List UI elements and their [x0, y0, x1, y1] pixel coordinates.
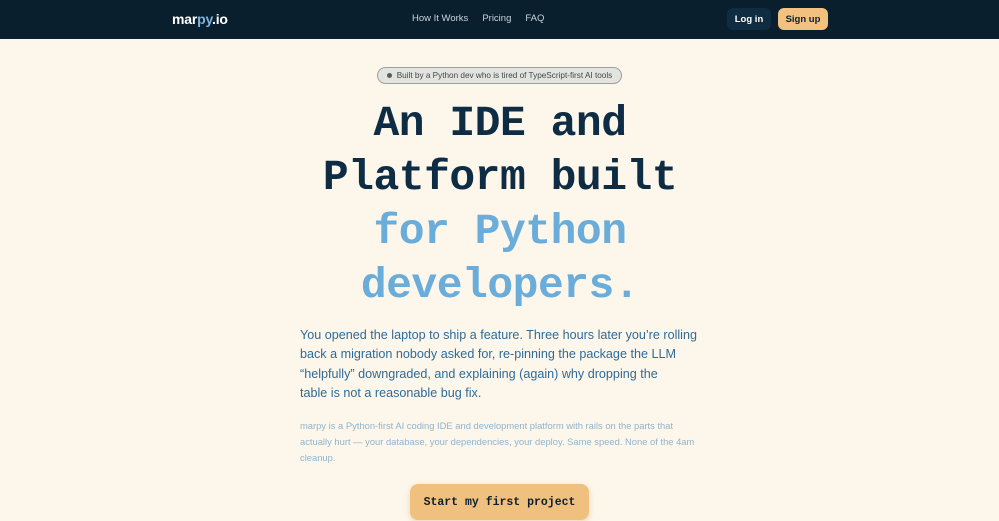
- headline-line-4: developers.: [360, 261, 640, 310]
- hero-headline: An IDE and Platform built for Python dev…: [250, 97, 750, 313]
- nav-link-pricing[interactable]: Pricing: [482, 13, 511, 24]
- logo-accent: py: [197, 11, 212, 27]
- site-logo[interactable]: marpy.io: [172, 11, 228, 27]
- headline-line-3: for Python: [373, 207, 627, 256]
- hero-description: marpy is a Python-first AI coding IDE an…: [300, 420, 695, 463]
- signup-button[interactable]: Sign up: [778, 8, 828, 30]
- badge-text: Built by a Python dev who is tired of Ty…: [396, 71, 613, 80]
- logo-suffix: .io: [212, 11, 228, 27]
- login-button[interactable]: Log in: [727, 8, 771, 30]
- headline-line-1: An IDE and: [373, 99, 627, 148]
- logo-prefix: mar: [172, 11, 198, 27]
- start-project-button[interactable]: Start my first project: [410, 484, 589, 520]
- lead-text-part-1: You opened the laptop to ship a feature.…: [300, 328, 697, 381]
- nav-links: How It Works Pricing FAQ: [412, 13, 544, 24]
- hero-lead-paragraph: You opened the laptop to ship a feature.…: [300, 326, 705, 404]
- announcement-badge: Built by a Python dev who is tired of Ty…: [377, 67, 622, 84]
- nav-link-faq[interactable]: FAQ: [525, 13, 544, 24]
- status-dot-icon: [386, 73, 392, 78]
- top-navbar: marpy.io How It Works Pricing FAQ Log in…: [0, 0, 999, 39]
- lead-text-part-2: table is not a reasonable bug fix.: [300, 386, 482, 401]
- headline-line-2: Platform built: [322, 153, 678, 202]
- nav-link-how-it-works[interactable]: How It Works: [412, 13, 468, 24]
